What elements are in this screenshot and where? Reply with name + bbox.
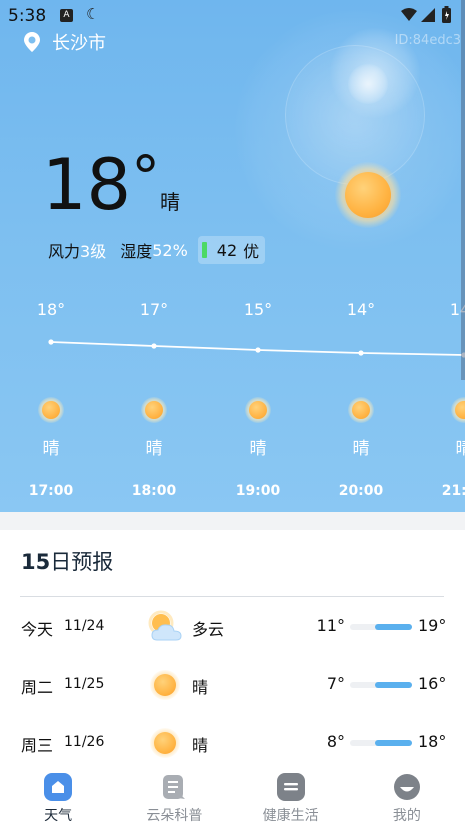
forecast-title-number: 15 (21, 550, 51, 574)
nav-item-profile[interactable]: 我的 (349, 766, 465, 826)
nav-label: 健康生活 (262, 808, 319, 824)
hourly-condition: 晴 (455, 439, 465, 459)
hourly-time: 17:00 (28, 483, 74, 499)
day-date: 11/24 (64, 618, 105, 634)
nav-item-health[interactable]: 健康生活 (233, 766, 349, 826)
hourly-temp: 15° (243, 300, 273, 319)
profile-icon (393, 773, 421, 801)
nav-label: 我的 (392, 808, 421, 824)
temperature-range-bar (350, 682, 412, 688)
nav-label: 云朵科普 (146, 808, 203, 824)
day-high-temp: 18° (418, 732, 447, 751)
day-date: 11/25 (64, 676, 105, 692)
bottom-navigation: 天气 云朵科普 健康生活 我的 (0, 766, 465, 826)
health-icon (276, 773, 305, 801)
divider (20, 596, 444, 597)
weather-hero: 5:38 A ☾ 长沙市 ID:84edc3 18° 晴 风力 3级 湿度 52… (0, 0, 465, 512)
day-high-temp: 16° (418, 674, 447, 693)
nav-item-home[interactable]: 天气 (0, 766, 116, 826)
sun-icon (38, 397, 64, 423)
nav-item-document[interactable]: 云朵科普 (116, 766, 232, 826)
sun-icon (141, 397, 167, 423)
hourly-temp: 17° (139, 300, 169, 319)
forecast-title-text: 日预报 (50, 550, 114, 574)
day-condition: 晴 (192, 736, 209, 755)
hourly-condition: 晴 (145, 439, 163, 459)
forecast-day-row[interactable]: 周二 11/25 晴 7° 16° (0, 664, 465, 704)
home-icon (44, 773, 73, 801)
day-condition: 多云 (192, 620, 225, 639)
day-name: 周三 (21, 736, 54, 755)
hourly-temp: 18° (36, 300, 66, 319)
temperature-point (255, 347, 261, 353)
temperature-range-bar (350, 740, 412, 746)
day-condition: 晴 (192, 678, 209, 697)
partly-cloudy-icon (148, 610, 182, 644)
hourly-time: 18:00 (131, 483, 177, 499)
scrollbar[interactable] (461, 0, 465, 380)
day-name: 周二 (21, 678, 54, 697)
temperature-range-fill (374, 740, 412, 746)
day-date: 11/26 (64, 734, 105, 750)
forecast-card: 15日预报 今天 11/24 多云 11° 19° 周二 11/25 晴 7° 16° 周三 11/2… (0, 530, 465, 766)
temperature-range-bar (350, 624, 412, 630)
forecast-title: 15日预报 (21, 546, 113, 576)
hourly-condition: 晴 (352, 439, 370, 459)
document-icon (160, 773, 188, 801)
sun-icon (348, 397, 374, 423)
hourly-time: 19:00 (235, 483, 281, 499)
hourly-temp: 14° (346, 300, 376, 319)
day-low-temp: 7° (326, 674, 345, 693)
temperature-range-fill (374, 682, 412, 688)
sun-icon (148, 668, 182, 702)
temperature-range-fill (374, 624, 412, 630)
hourly-forecast[interactable]: 18°晴17:0017°晴18:0015°晴19:0014°晴20:0014°晴… (0, 0, 465, 512)
temperature-point (48, 339, 54, 345)
sun-icon (148, 726, 182, 760)
temperature-point (358, 350, 364, 356)
hourly-time: 20:00 (338, 483, 384, 499)
day-high-temp: 19° (418, 616, 447, 635)
forecast-day-row[interactable]: 周三 11/26 晴 8° 18° (0, 722, 465, 762)
forecast-day-row[interactable]: 今天 11/24 多云 11° 19° (0, 606, 465, 646)
nav-label: 天气 (44, 808, 73, 824)
weather-app: 5:38 A ☾ 长沙市 ID:84edc3 18° 晴 风力 3级 湿度 52… (0, 0, 465, 826)
day-name: 今天 (21, 620, 54, 639)
hourly-condition: 晴 (249, 439, 267, 459)
temperature-point (151, 343, 157, 349)
day-low-temp: 11° (316, 616, 345, 635)
sun-icon (245, 397, 271, 423)
hourly-time: 21:00 (441, 483, 465, 499)
day-low-temp: 8° (326, 732, 345, 751)
hourly-condition: 晴 (42, 439, 60, 459)
